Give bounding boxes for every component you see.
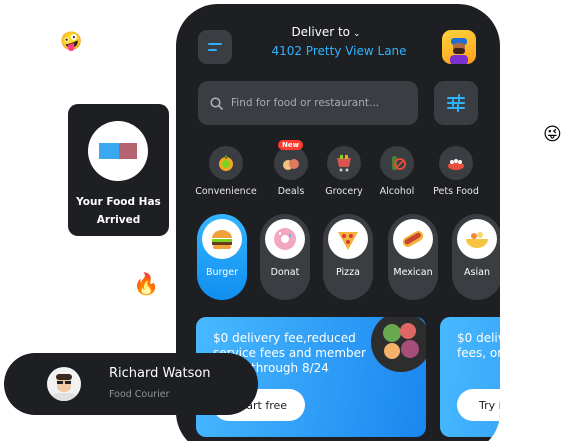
laughing-emoji-icon: 🤪 bbox=[60, 31, 83, 52]
arrived-message-line1: Your Food Has bbox=[76, 196, 161, 208]
courier-role: Food Courier bbox=[109, 389, 170, 400]
category-pets-food[interactable]: Pets Food bbox=[421, 146, 491, 197]
deliver-to-selector[interactable]: Deliver to ⌄ bbox=[256, 25, 396, 39]
hotdog-icon bbox=[393, 219, 433, 259]
pizza-icon bbox=[328, 219, 368, 259]
food-type-label: Pizza bbox=[336, 267, 360, 278]
search-input[interactable] bbox=[231, 97, 409, 109]
food-type-asian[interactable]: Asian bbox=[452, 214, 500, 300]
pets-food-icon bbox=[439, 146, 473, 180]
fire-emoji-icon: 🔥 bbox=[133, 272, 160, 296]
courier-name: Richard Watson bbox=[109, 366, 211, 381]
food-type-label: Mexican bbox=[393, 267, 433, 278]
burger-icon bbox=[202, 219, 242, 259]
promo-card[interactable]: $0 delivery fee, service fees, only of T… bbox=[440, 317, 500, 437]
food-type-donut[interactable]: Donat bbox=[260, 214, 310, 300]
menu-icon-line bbox=[208, 49, 217, 51]
arrived-message-line2: Arrived bbox=[96, 214, 141, 226]
menu-button[interactable] bbox=[198, 30, 232, 64]
donut-icon bbox=[265, 219, 305, 259]
courier-card: Richard Watson Food Courier bbox=[4, 353, 258, 415]
deals-icon: New bbox=[274, 140, 308, 180]
avatar-illustration-icon bbox=[450, 38, 468, 64]
food-type-label: Asian bbox=[464, 267, 490, 278]
menu-icon bbox=[208, 43, 222, 45]
try-it-button[interactable]: Try it bbox=[457, 389, 500, 421]
promo-text: $0 delivery fee, service fees, only of bbox=[457, 331, 500, 360]
alcohol-icon bbox=[380, 146, 414, 180]
asian-food-icon bbox=[457, 219, 497, 259]
new-badge: New bbox=[278, 140, 304, 150]
category-label: Convenience bbox=[195, 186, 257, 197]
search-icon bbox=[210, 96, 223, 110]
profile-avatar[interactable] bbox=[442, 30, 476, 64]
food-type-label: Burger bbox=[205, 267, 239, 278]
deliver-to-label: Deliver to bbox=[291, 25, 351, 39]
food-type-label: Donat bbox=[270, 267, 300, 278]
courier-avatar bbox=[47, 367, 81, 401]
arrived-message: Your Food Has Arrived bbox=[68, 193, 169, 229]
delivery-address[interactable]: 4102 Pretty View Lane bbox=[254, 44, 424, 58]
filter-button[interactable] bbox=[434, 81, 478, 125]
convenience-icon bbox=[209, 146, 243, 180]
food-type-mexican[interactable]: Mexican bbox=[388, 214, 438, 300]
winking-emoji-icon: 😜 bbox=[543, 124, 562, 145]
category-convenience[interactable]: Convenience bbox=[191, 146, 261, 197]
food-type-burger[interactable]: Burger bbox=[197, 214, 247, 300]
category-label: Pets Food bbox=[433, 186, 479, 197]
grocery-icon bbox=[327, 146, 361, 180]
food-type-pizza[interactable]: Pizza bbox=[323, 214, 373, 300]
search-bar[interactable] bbox=[198, 81, 418, 125]
filter-sliders-icon bbox=[447, 94, 465, 112]
food-arrived-notification: Your Food Has Arrived bbox=[68, 104, 169, 236]
delivery-image bbox=[88, 121, 148, 181]
chevron-down-icon: ⌄ bbox=[353, 29, 361, 39]
